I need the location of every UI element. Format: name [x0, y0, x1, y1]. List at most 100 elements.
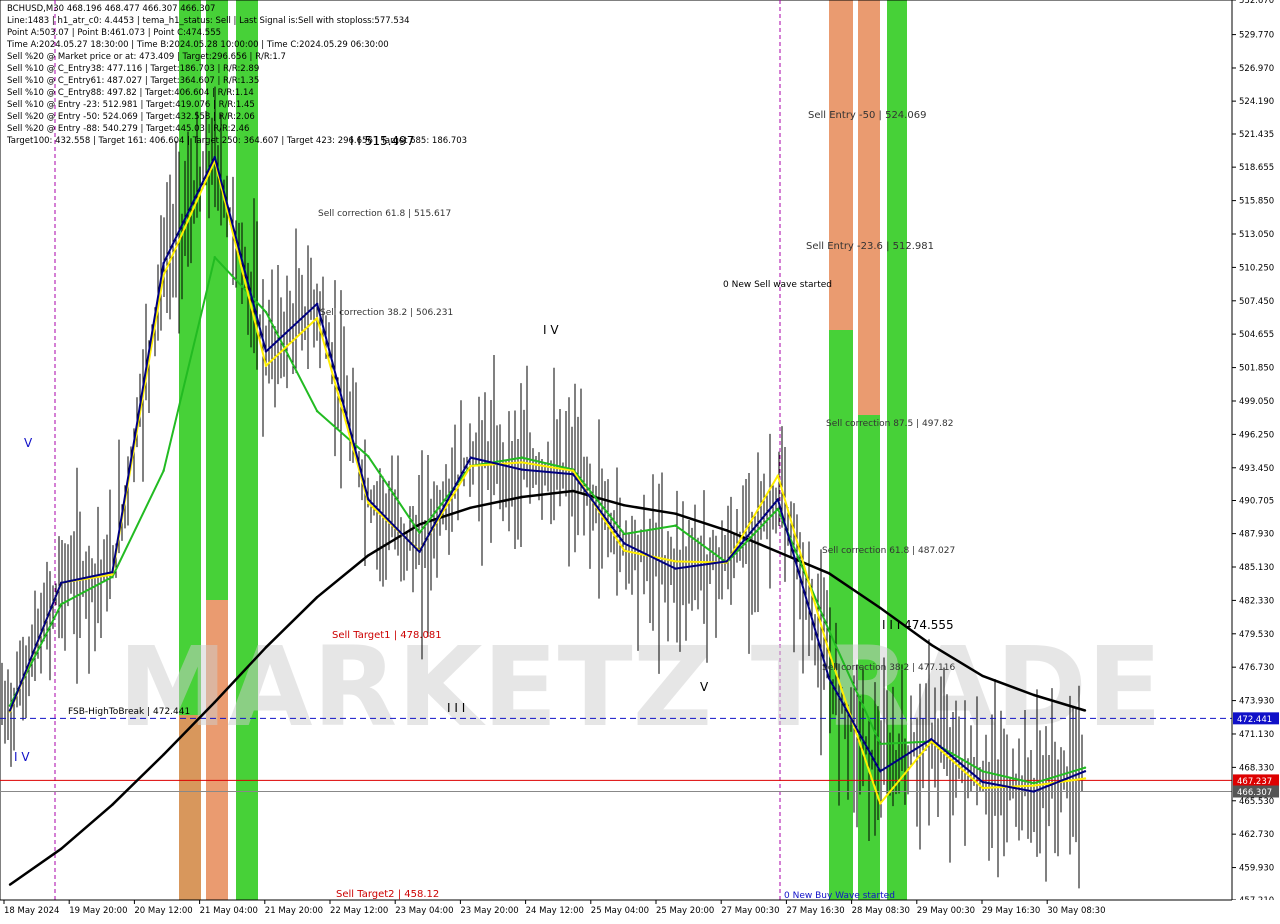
- indicator-point: [469, 464, 472, 468]
- chart-annotation: V: [24, 436, 33, 450]
- indicator-point: [8, 709, 12, 712]
- indicator-point: [520, 461, 524, 464]
- indicator-point: [1083, 777, 1087, 780]
- indicator-point: [1032, 782, 1036, 785]
- indicator-point: [879, 742, 882, 746]
- indicator-point: [623, 504, 626, 507]
- signal-band: [858, 0, 880, 415]
- indicator-point: [776, 498, 780, 501]
- time-tick-label: 23 May 20:00: [460, 906, 518, 916]
- price-tick-label: 510.250: [1239, 263, 1274, 273]
- symbol-line: BCHUSD,M30 468.196 468.477 466.307 466.3…: [7, 4, 216, 14]
- price-tick-label: 485.130: [1239, 563, 1274, 573]
- indicator-point: [674, 560, 677, 563]
- chart-annotation: V: [700, 680, 709, 694]
- indicator-point: [162, 753, 165, 756]
- time-tick-label: 23 May 04:00: [395, 906, 453, 916]
- time-tick-label: 18 May 2024: [4, 906, 59, 916]
- price-label: 467.237: [1237, 777, 1272, 787]
- indicator-point: [981, 770, 984, 773]
- indicator-point: [1032, 693, 1036, 697]
- chart-annotation: I I I: [447, 701, 465, 715]
- indicator-point: [469, 456, 472, 459]
- chart-annotation: Sell correction 38.2 | 506.231: [320, 308, 453, 318]
- indicator-point: [520, 495, 524, 499]
- info-line: Sell %10 @ C_Entry38: 477.116 | Target:1…: [7, 64, 260, 74]
- indicator-point: [930, 737, 933, 741]
- indicator-point: [520, 456, 524, 459]
- indicator-point: [469, 506, 472, 509]
- time-tick-label: 29 May 16:30: [982, 906, 1040, 916]
- price-tick-label: 459.930: [1239, 864, 1274, 874]
- indicator-point: [981, 786, 984, 790]
- price-tick-label: 521.435: [1239, 130, 1274, 140]
- indicator-point: [827, 629, 831, 632]
- indicator-point: [315, 316, 319, 320]
- indicator-point: [571, 469, 575, 472]
- time-tick-label: 20 May 12:00: [134, 906, 192, 916]
- chart-annotation: I V: [14, 750, 30, 764]
- indicator-point: [111, 575, 114, 579]
- chart-annotation: FSB-HighToBreak | 472.441: [68, 707, 190, 717]
- price-tick-label: 501.850: [1239, 364, 1274, 374]
- info-panel: BCHUSD,M30 468.196 468.477 466.307 466.3…: [0, 0, 560, 150]
- time-tick-label: 21 May 20:00: [265, 906, 323, 916]
- info-line: Sell %20 @ Entry -88: 540.279 | Target:4…: [7, 124, 250, 134]
- indicator-point: [213, 700, 216, 704]
- indicator-point: [315, 595, 319, 599]
- indicator-point: [674, 567, 677, 570]
- indicator-point: [776, 550, 780, 554]
- indicator-point: [213, 256, 216, 259]
- price-tick-label: 529.770: [1239, 31, 1274, 41]
- time-tick-label: 24 May 12:00: [526, 906, 584, 916]
- signal-band: [829, 0, 853, 330]
- price-tick-label: 507.450: [1239, 297, 1274, 307]
- indicator-point: [418, 523, 421, 526]
- time-tick-label: 30 May 08:30: [1047, 906, 1105, 916]
- chart-annotation: I I I 474.555: [882, 618, 954, 632]
- indicator-point: [571, 489, 575, 493]
- indicator-point: [674, 524, 677, 527]
- time-tick-label: 27 May 00:30: [721, 906, 779, 916]
- chart-annotation: Sell correction 87.5 | 497.82: [826, 419, 953, 429]
- indicator-point: [418, 531, 421, 534]
- info-line: Point A:503.07 | Point B:461.073 | Point…: [7, 28, 222, 38]
- price-tick-label: 465.530: [1239, 797, 1274, 807]
- info-line: Sell %10 @ C_Entry88: 497.82 | Target:40…: [7, 88, 254, 98]
- indicator-point: [162, 469, 165, 472]
- chart-annotation: Sell correction 38.2 | 477.116: [822, 663, 955, 673]
- price-tick-label: 479.530: [1239, 630, 1274, 640]
- indicator-point: [1083, 766, 1087, 769]
- indicator-point: [315, 409, 319, 413]
- indicator-point: [315, 302, 319, 305]
- price-tick-label: 513.050: [1239, 230, 1274, 240]
- price-bars: [1, 86, 1083, 889]
- indicator-point: [59, 847, 63, 851]
- indicator-point: [59, 581, 63, 585]
- chart-annotation: Sell correction 61.8 | 487.027: [822, 546, 955, 556]
- info-line: Sell %10 @ C_Entry61: 487.027 | Target:3…: [7, 76, 260, 86]
- info-line: Target100: 432.558 | Target 161: 406.604…: [7, 136, 468, 146]
- indicator-point: [213, 155, 216, 159]
- price-tick-label: 526.970: [1239, 64, 1274, 74]
- indicator-point: [1032, 790, 1036, 793]
- time-tick-label: 28 May 08:30: [852, 906, 910, 916]
- price-tick-label: 482.330: [1239, 596, 1274, 606]
- price-tick-label: 504.655: [1239, 330, 1274, 340]
- info-line: Line:1483 | h1_atr_c0: 4.4453 | tema_h1_…: [7, 16, 410, 26]
- indicator-point: [879, 606, 882, 610]
- price-label: 466.307: [1237, 788, 1272, 798]
- info-line: Time A:2024.05.27 18:30:00 | Time B:2024…: [7, 40, 389, 50]
- indicator-point: [1083, 770, 1087, 773]
- indicator-point: [520, 468, 524, 471]
- indicator-point: [827, 677, 831, 680]
- indicator-point: [623, 549, 626, 552]
- indicator-point: [418, 550, 421, 554]
- indicator-point: [981, 674, 984, 678]
- indicator-point: [1032, 784, 1036, 787]
- time-tick-label: 21 May 04:00: [200, 906, 258, 916]
- indicator-point: [367, 455, 370, 458]
- chart-annotation: 0 New Sell wave started: [723, 280, 832, 290]
- indicator-point: [725, 560, 728, 563]
- indicator-point: [623, 532, 626, 536]
